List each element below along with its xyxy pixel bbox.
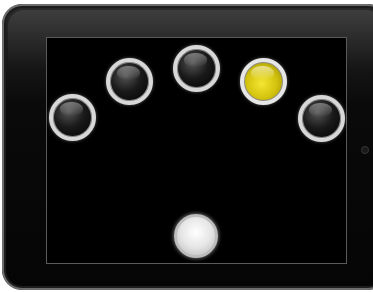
home-button-icon[interactable] [174,214,218,258]
light-1[interactable] [49,94,96,141]
light-2[interactable] [106,58,153,105]
light-4[interactable] [240,58,287,105]
camera-icon [361,146,369,154]
light-3[interactable] [173,45,220,92]
light-5[interactable] [298,95,345,142]
